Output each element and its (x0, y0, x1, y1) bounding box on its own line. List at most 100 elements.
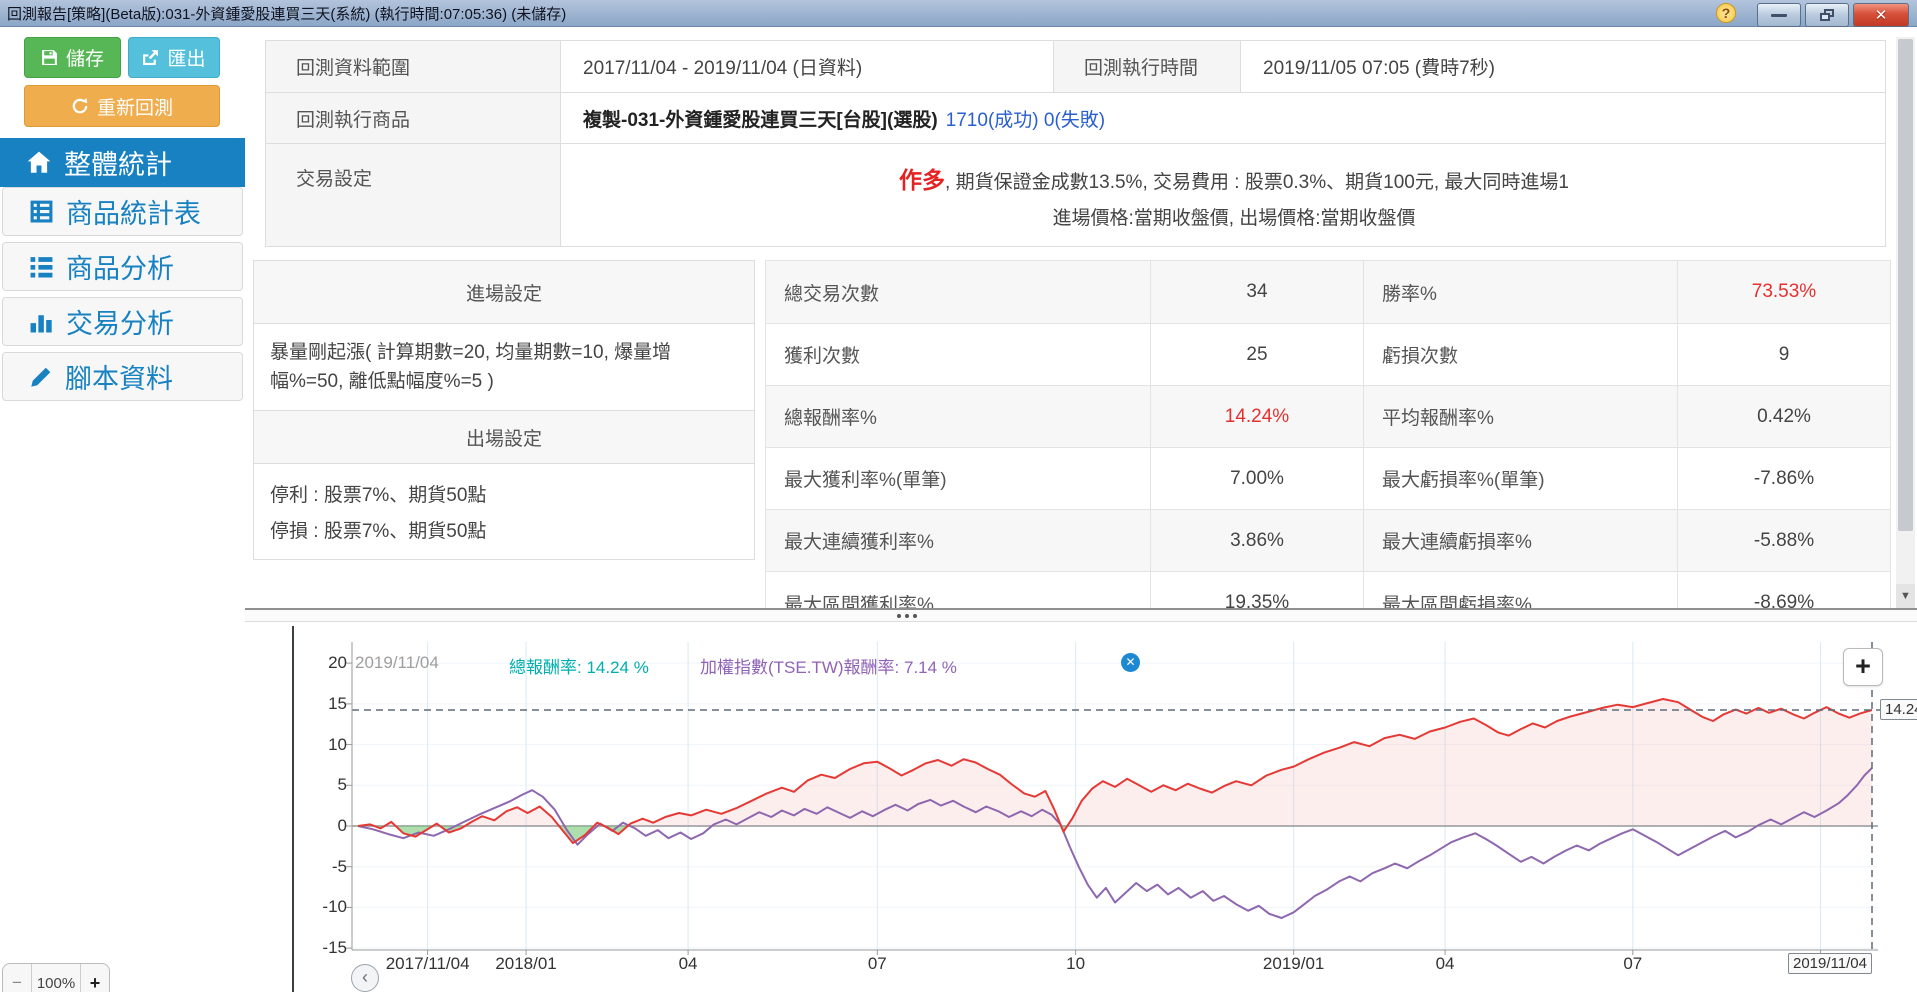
minimize-icon (1771, 13, 1787, 17)
stats-label: 平均報酬率% (1363, 385, 1678, 448)
x-axis-tick-label: 04 (1435, 954, 1455, 973)
exit-settings-header: 出場設定 (253, 410, 755, 464)
return-chart[interactable] (245, 622, 1917, 992)
crosshair-date-legend: 2019/11/04 (355, 653, 439, 672)
help-icon[interactable]: ? (1716, 3, 1736, 23)
stats-value: 25 (1150, 323, 1364, 386)
entry-settings-text: 暴量剛起漲( 計算期數=20, 均量期數=10, 爆量增幅%=50, 離低點幅度… (253, 323, 755, 411)
sidebar-item-script-data[interactable]: 腳本資料 (2, 352, 243, 401)
sidebar-menu: 整體統計 商品統計表 商品分析 交易分析 腳本資料 (0, 138, 245, 407)
rerun-label: 重新回測 (96, 97, 173, 119)
return-chart-panel: 20 15 10 5 0 -5 -10 -15 2017/11/04 2018/01 04 07 10… (245, 622, 1917, 992)
legend-total-return: 總報酬率: 14.24 % (509, 658, 649, 677)
stats-value: 14.24% (1150, 385, 1364, 448)
product-label: 回測執行商品 (265, 92, 561, 144)
save-button[interactable]: 儲存 (24, 37, 121, 78)
stats-value: 9 (1677, 323, 1891, 386)
splitter-grip-icon (897, 614, 917, 618)
stats-value: 3.86% (1150, 509, 1364, 572)
sidebar-item-product-stats-table[interactable]: 商品統計表 (2, 187, 243, 236)
stats-label: 最大虧損率%(單筆) (1363, 447, 1678, 510)
x-axis-tick-label: 07 (1623, 954, 1643, 973)
stats-label: 總交易次數 (765, 260, 1151, 324)
menu-label: 交易分析 (66, 309, 174, 339)
scrollbar-thumb[interactable] (1898, 39, 1913, 531)
close-icon: ✕ (1874, 7, 1888, 24)
stats-label: 虧損次數 (1363, 323, 1678, 386)
zoom-out-button[interactable]: − (3, 964, 31, 992)
x-axis-tick-label: 2018/01 (495, 954, 557, 973)
y-axis-tick-label: 5 (337, 775, 347, 795)
legend-benchmark-return[interactable]: 加權指數(TSE.TW)報酬率: 7.14 % (700, 653, 957, 677)
stats-value: -7.86% (1677, 447, 1891, 510)
stats-value: 19.35% (1150, 571, 1364, 608)
list-icon (30, 257, 53, 278)
restore-icon (1820, 9, 1834, 21)
crosshair-date-label: 2019/11/04 (1788, 953, 1872, 974)
window-title: 回測報告[策略](Beta版):031-外資鍾愛股連買三天(系統) (執行時間:… (7, 5, 567, 23)
panel-splitter[interactable] (245, 608, 1917, 622)
sidebar-item-product-analysis[interactable]: 商品分析 (2, 242, 243, 291)
stats-label: 最大區間虧損率% (1363, 571, 1678, 608)
zoom-percent: 100% (31, 964, 81, 992)
product-name: 複製-031-外資鍾愛股連買三天[台股](選股) (583, 109, 938, 131)
scrollbar-down-arrow[interactable]: ▼ (1896, 584, 1915, 608)
vertical-scrollbar[interactable]: ▼ (1896, 37, 1915, 608)
pencil-icon (31, 367, 51, 387)
refresh-icon (72, 98, 88, 114)
bar-chart-icon (30, 315, 52, 333)
restore-button[interactable] (1805, 3, 1849, 27)
save-label: 儲存 (65, 49, 104, 70)
data-range-value: 2017/11/04 - 2019/11/04 (日資料) (560, 40, 1054, 93)
export-label: 匯出 (167, 49, 206, 70)
close-button[interactable]: ✕ (1853, 3, 1909, 27)
trade-settings-line1: 作多, 期貨保證金成數13.5%, 交易費用 : 股票0.3%、期貨100元, … (899, 161, 1569, 195)
trade-settings-value: 作多, 期貨保證金成數13.5%, 交易費用 : 股票0.3%、期貨100元, … (560, 143, 1886, 247)
stats-value: -5.88% (1677, 509, 1891, 572)
zoom-in-button[interactable]: + (81, 964, 109, 992)
product-result-link[interactable]: 1710(成功) 0(失敗) (946, 105, 1105, 132)
stats-label: 最大連續虧損率% (1363, 509, 1678, 572)
stats-label: 獲利次數 (765, 323, 1151, 386)
data-range-label: 回測資料範圍 (265, 40, 561, 93)
x-axis-tick-label: 10 (1066, 954, 1086, 973)
export-button[interactable]: 匯出 (128, 37, 220, 78)
menu-label: 商品統計表 (66, 199, 201, 229)
stats-value: 0.42% (1677, 385, 1891, 448)
titlebar[interactable]: 回測報告[策略](Beta版):031-外資鍾愛股連買三天(系統) (執行時間:… (0, 0, 1917, 27)
y-axis-tick-label: -15 (322, 938, 347, 958)
sidebar-item-overall-stats[interactable]: 整體統計 (0, 138, 245, 187)
exit-take-profit: 停利 : 股票7%、期貨50點 (270, 485, 487, 506)
minimize-button[interactable] (1757, 3, 1801, 27)
exit-stop-loss: 停損 : 股票7%、期貨50點 (270, 521, 487, 542)
sidebar-item-trade-analysis[interactable]: 交易分析 (2, 297, 243, 346)
rerun-backtest-button[interactable]: 重新回測 (24, 85, 220, 127)
menu-label: 整體統計 (64, 150, 172, 180)
crosshair-value-label: 14.24 (1880, 699, 1917, 721)
exec-time-value: 2019/11/05 07:05 (費時7秒) (1240, 40, 1886, 93)
exec-time-label: 回測執行時間 (1053, 40, 1241, 93)
stats-value: 7.00% (1150, 447, 1364, 510)
stats-label: 總報酬率% (765, 385, 1151, 448)
stats-label: 最大獲利率%(單筆) (765, 447, 1151, 510)
x-axis-tick-label: 04 (678, 954, 698, 973)
y-axis-tick-label: -10 (322, 897, 347, 917)
y-axis-tick-label: 10 (328, 734, 347, 754)
home-icon (27, 151, 51, 173)
stats-label: 勝率% (1363, 260, 1678, 324)
chart-zoom-control[interactable]: − 100% + (2, 963, 110, 992)
entry-settings-header: 進場設定 (253, 260, 755, 324)
legend-remove-icon[interactable]: ✕ (1121, 653, 1140, 672)
y-axis-tick-label: 20 (328, 653, 347, 673)
pan-left-button[interactable]: ‹ (351, 964, 379, 992)
add-series-button[interactable]: + (1843, 648, 1883, 686)
export-icon (143, 50, 159, 65)
exit-settings-text: 停利 : 股票7%、期貨50點 停損 : 股票7%、期貨50點 (253, 463, 755, 560)
table-icon (30, 200, 53, 223)
trade-settings-label: 交易設定 (265, 143, 561, 247)
product-value: 複製-031-外資鍾愛股連買三天[台股](選股) 1710(成功) 0(失敗) (560, 92, 1886, 144)
stats-value: -8.69% (1677, 571, 1891, 608)
trade-settings-line2: 進場價格:當期收盤價, 出場價格:當期收盤價 (1052, 207, 1416, 229)
stats-value: 73.53% (1677, 260, 1891, 324)
trade-direction: 作多 (899, 166, 946, 193)
